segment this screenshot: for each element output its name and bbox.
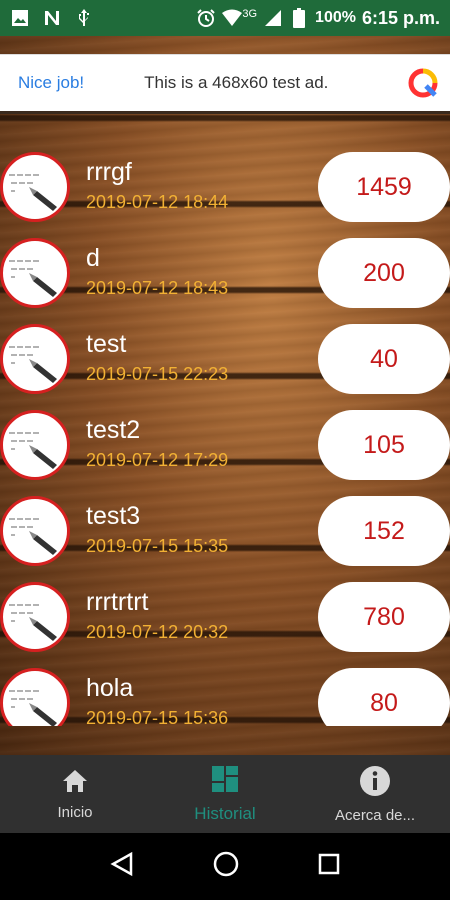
signal-icon	[263, 8, 283, 28]
system-navigation-bar	[0, 833, 450, 900]
notepad-avatar-icon	[0, 668, 70, 726]
history-row[interactable]: hola 2019-07-15 15:36 80	[0, 662, 450, 726]
back-icon[interactable]	[109, 851, 135, 882]
row-name: test3	[86, 502, 141, 530]
score-pill[interactable]: 40	[318, 324, 450, 394]
notepad-avatar-icon	[0, 152, 70, 222]
ad-choices-logo-icon[interactable]	[408, 68, 438, 98]
status-bar: 3G 100% 6:15 p.m.	[0, 0, 450, 36]
row-name: test	[86, 330, 127, 358]
notepad-avatar-icon	[0, 410, 70, 480]
row-date: 2019-07-12 18:44	[86, 192, 229, 212]
alarm-icon	[196, 8, 216, 28]
bottom-navigation: Inicio Historial Acerca de...	[0, 755, 450, 833]
score-pill[interactable]: 152	[318, 496, 450, 566]
row-name: hola	[86, 674, 134, 702]
n-notification-icon	[42, 8, 62, 28]
info-icon	[359, 765, 391, 801]
history-row[interactable]: rrrtrtrt 2019-07-12 20:32 780	[0, 576, 450, 656]
nav-item-acerca[interactable]: Acerca de...	[300, 755, 450, 833]
wifi-icon	[222, 8, 243, 28]
history-list[interactable]: rrrgf 2019-07-12 18:44 1459 d 2019-07-12 18…	[0, 146, 450, 726]
row-date: 2019-07-12 17:29	[86, 450, 229, 470]
usb-icon	[74, 8, 94, 28]
notepad-avatar-icon	[0, 238, 70, 308]
row-date: 2019-07-15 15:35	[86, 536, 229, 556]
ad-text: This is a 468x60 test ad.	[144, 73, 329, 92]
row-date: 2019-07-15 15:36	[86, 708, 229, 726]
row-date: 2019-07-12 20:32	[86, 622, 229, 642]
home-circle-icon[interactable]	[212, 850, 240, 883]
nav-item-inicio[interactable]: Inicio	[0, 755, 150, 833]
nav-item-historial[interactable]: Historial	[150, 755, 300, 833]
battery-percent: 100%	[315, 9, 356, 26]
ad-banner[interactable]: Nice job! This is a 468x60 test ad.	[0, 54, 450, 114]
history-row[interactable]: rrrgf 2019-07-12 18:44 1459	[0, 146, 450, 226]
nav-label-historial: Historial	[194, 803, 256, 823]
score-pill[interactable]: 200	[318, 238, 450, 308]
home-icon	[61, 768, 89, 798]
score-pill[interactable]: 780	[318, 582, 450, 652]
score-pill[interactable]: 1459	[318, 152, 450, 222]
nav-label-inicio: Inicio	[57, 803, 93, 821]
score-pill[interactable]: 80	[318, 668, 450, 726]
row-name: rrrgf	[86, 158, 132, 186]
nav-label-acerca: Acerca de...	[334, 806, 416, 824]
row-name: d	[86, 244, 100, 272]
battery-icon	[289, 8, 309, 28]
notepad-avatar-icon	[0, 582, 70, 652]
ad-nice-label: Nice job!	[18, 73, 85, 92]
history-row[interactable]: test 2019-07-15 22:23 40	[0, 318, 450, 398]
row-date: 2019-07-12 18:43	[86, 278, 229, 298]
clock: 6:15 p.m.	[361, 7, 440, 28]
row-date: 2019-07-15 22:23	[86, 364, 229, 384]
recents-icon[interactable]	[317, 852, 341, 881]
score-pill[interactable]: 105	[318, 410, 450, 480]
history-row[interactable]: d 2019-07-12 18:43 200	[0, 232, 450, 312]
history-row[interactable]: test3 2019-07-15 15:35 152	[0, 490, 450, 570]
dashboard-icon	[211, 765, 239, 798]
history-row[interactable]: test2 2019-07-12 17:29 105	[0, 404, 450, 484]
notepad-avatar-icon	[0, 496, 70, 566]
network-type: 3G	[242, 8, 258, 20]
row-name: rrrtrtrt	[86, 588, 149, 616]
row-name: test2	[86, 416, 141, 444]
image-notification-icon	[10, 8, 30, 28]
notepad-avatar-icon	[0, 324, 70, 394]
